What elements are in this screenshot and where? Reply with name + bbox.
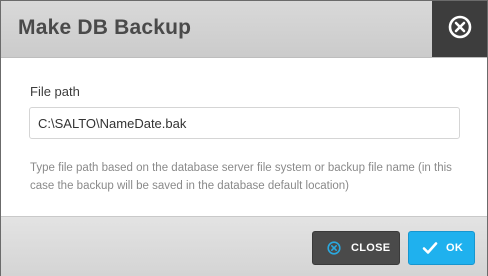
circle-x-icon [448,15,472,44]
file-path-input[interactable] [29,107,460,139]
dialog-body: File path Type file path based on the da… [1,58,487,216]
file-path-help-text: Type file path based on the database ser… [30,162,452,192]
ok-button[interactable]: OK [408,231,475,265]
dialog-titlebar: Make DB Backup [1,1,487,58]
checkmark-icon [422,241,438,255]
close-button[interactable]: CLOSE [312,231,400,265]
ok-button-label: OK [446,242,464,254]
circle-x-icon [327,241,341,255]
file-path-label: File path [30,84,80,99]
dialog-footer: CLOSE OK [1,216,487,276]
titlebar-close-button[interactable] [432,1,487,57]
make-db-backup-dialog: Make DB Backup File path Type file path … [0,0,488,276]
dialog-title: Make DB Backup [18,16,192,39]
close-button-label: CLOSE [351,242,391,254]
